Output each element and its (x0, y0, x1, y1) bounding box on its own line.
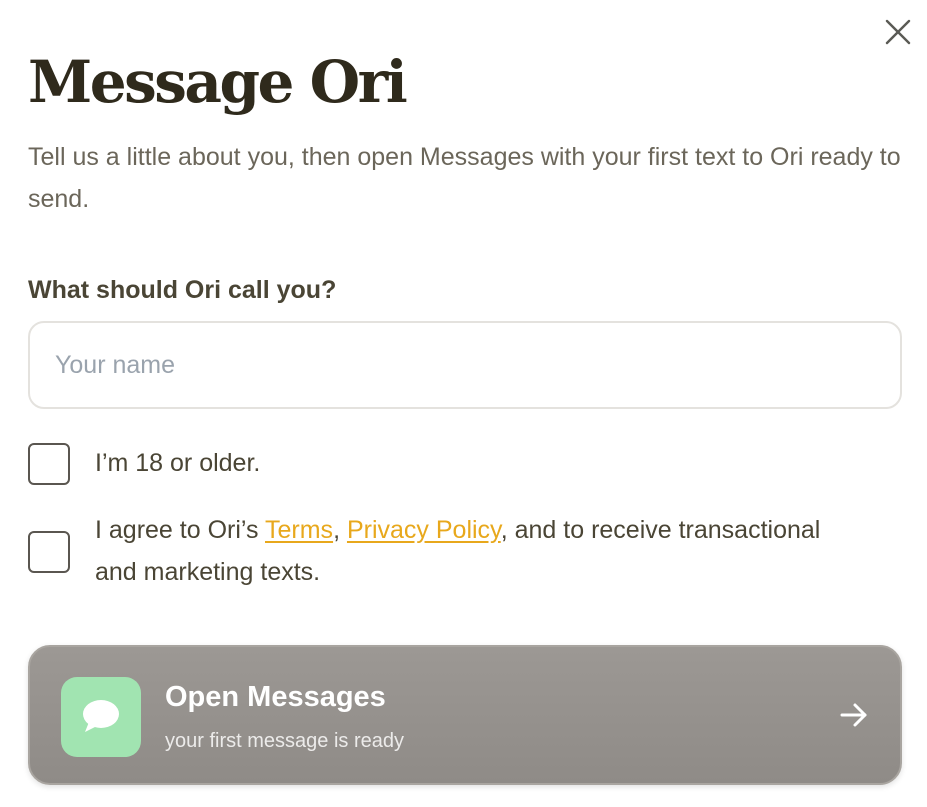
close-button[interactable] (882, 16, 914, 48)
message-ori-dialog: Message Ori Tell us a little about you, … (0, 0, 927, 807)
dialog-subtitle: Tell us a little about you, then open Me… (28, 143, 901, 213)
messages-app-icon (61, 677, 141, 757)
consent-checkbox[interactable] (28, 531, 70, 573)
arrow-right-icon (840, 703, 867, 727)
terms-link[interactable]: Terms (265, 516, 333, 544)
cta-subtitle: your first message is ready (165, 730, 404, 752)
privacy-policy-link[interactable]: Privacy Policy (347, 516, 501, 544)
open-messages-button[interactable]: Open Messages your first message is read… (28, 645, 902, 785)
cta-title: Open Messages (165, 681, 386, 713)
chat-bubble-icon (83, 700, 119, 732)
consent-text-separator: , (333, 516, 347, 544)
age-checkbox-label: I’m 18 or older. (95, 449, 261, 477)
consent-checkbox-label: I agree to Ori’s Terms, Privacy Policy, … (95, 509, 855, 593)
age-checkbox[interactable] (28, 443, 70, 485)
name-input[interactable] (28, 321, 902, 409)
close-icon (885, 19, 911, 45)
dialog-title: Message Ori (28, 48, 408, 116)
consent-text-prefix: I agree to Ori’s (95, 516, 265, 544)
name-field-label: What should Ori call you? (28, 276, 337, 304)
